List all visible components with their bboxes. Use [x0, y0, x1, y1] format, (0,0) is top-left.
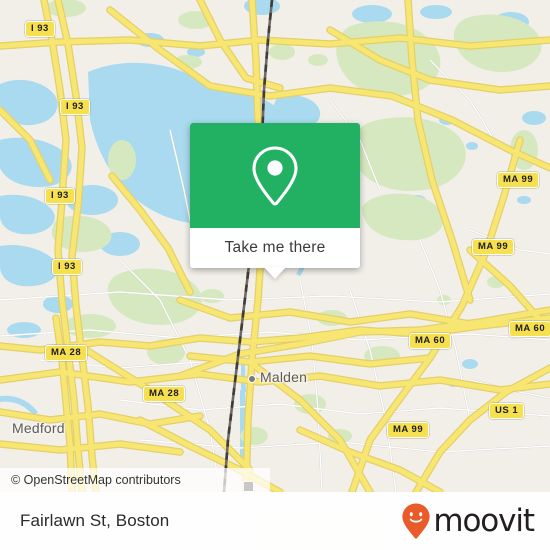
callout-tail	[264, 267, 286, 279]
moovit-smiley-pin-icon	[402, 503, 430, 539]
road-shield: MA 99	[472, 239, 515, 255]
moovit-brand: moovit	[401, 502, 535, 540]
map-screen: I 93 I 93 I 93 I 93 MA 28 MA 28 MA 99 MA…	[0, 0, 550, 550]
take-me-there-label: Take me there	[224, 239, 326, 256]
road-shield: MA 28	[45, 345, 88, 361]
road-shield: I 93	[25, 21, 55, 37]
map-pin-icon	[252, 145, 298, 205]
road-shield: MA 99	[387, 422, 430, 438]
callout-footer[interactable]: Take me there	[190, 228, 360, 279]
attribution-text: © OpenStreetMap contributors	[11, 473, 181, 487]
address-label: Fairlawn St, Boston	[20, 511, 170, 530]
place-label-malden: Malden	[260, 369, 308, 385]
location-callout[interactable]: Take me there	[190, 123, 360, 279]
road-shield: MA 99	[497, 172, 540, 188]
road-shield: US 1	[489, 403, 525, 419]
moovit-wordmark: moovit	[433, 502, 535, 539]
road-shield: MA 28	[143, 386, 186, 402]
station-dot-icon	[248, 375, 256, 383]
road-shield: I 93	[60, 99, 90, 115]
road-shield: MA 60	[509, 321, 550, 337]
map-canvas[interactable]: I 93 I 93 I 93 I 93 MA 28 MA 28 MA 99 MA…	[0, 0, 550, 492]
callout-image-panel	[190, 123, 360, 228]
road-shield: MA 60	[409, 333, 452, 349]
road-shield: I 93	[52, 259, 82, 275]
map-attribution: © OpenStreetMap contributors	[0, 468, 270, 492]
place-label-medford: Medford	[12, 420, 65, 436]
road-shield: I 93	[45, 188, 75, 204]
bottom-bar: Fairlawn St, Boston moovit	[0, 492, 550, 550]
